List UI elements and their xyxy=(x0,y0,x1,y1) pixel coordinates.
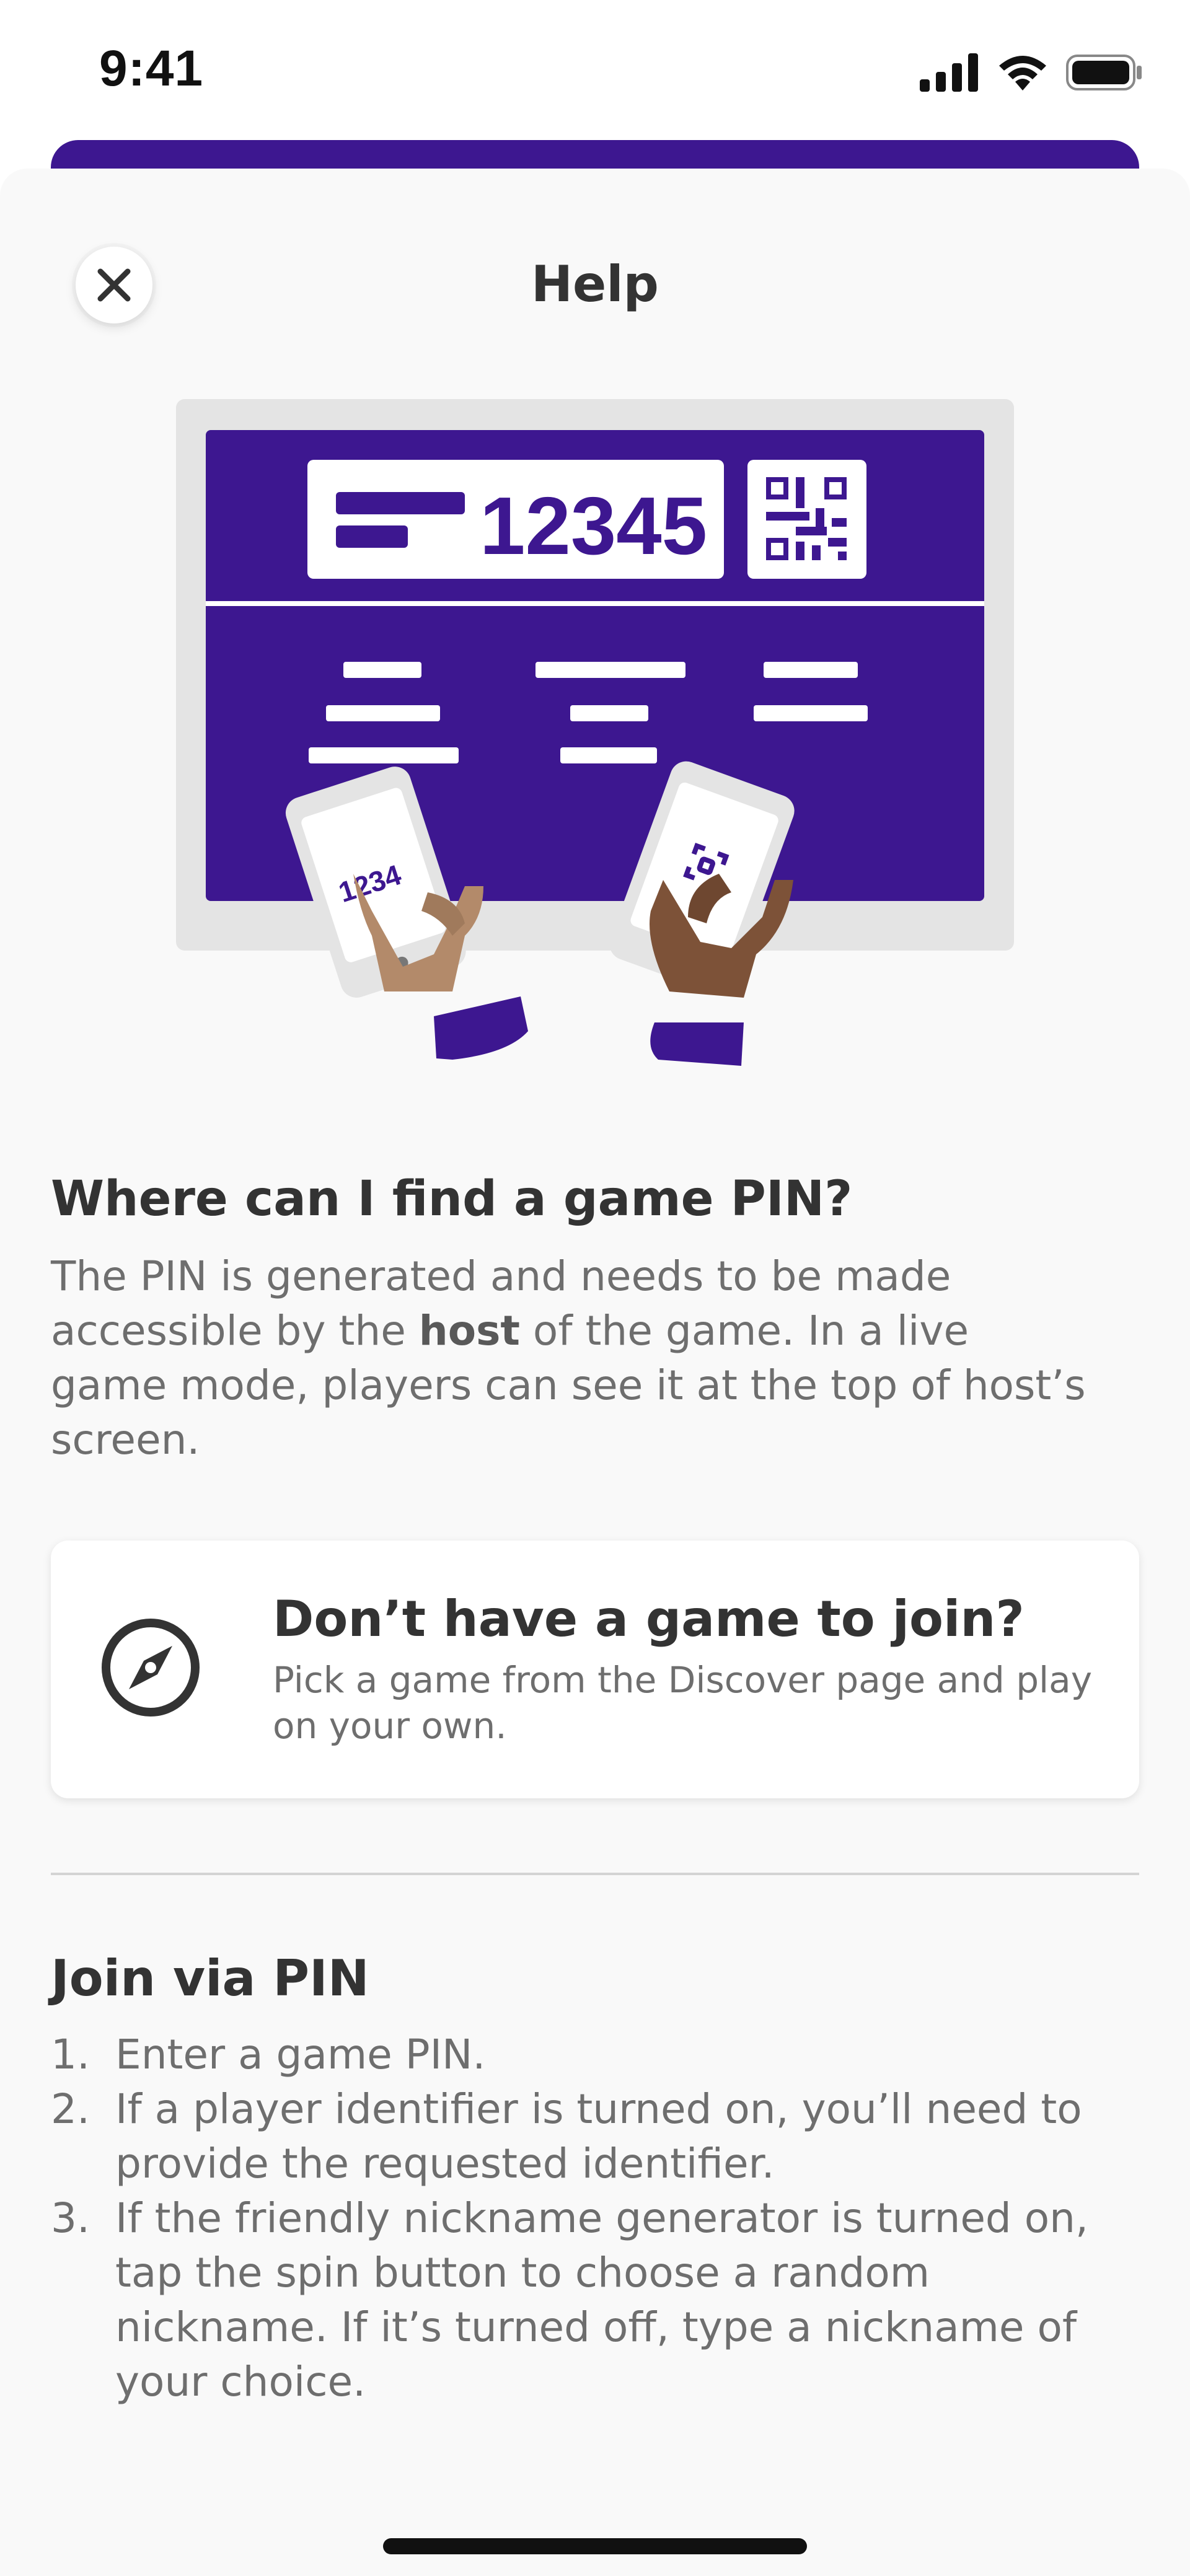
step-text: Enter a game PIN. xyxy=(115,2031,486,2078)
divider xyxy=(51,1873,1139,1875)
find-pin-title: Where can I find a game PIN? xyxy=(51,1171,853,1227)
status-icons xyxy=(920,51,1144,94)
status-time: 9:41 xyxy=(99,40,204,97)
step-number: 1. xyxy=(51,2031,90,2078)
home-indicator[interactable] xyxy=(383,2538,807,2554)
join-step: 2. If a player identifier is turned on, … xyxy=(51,2082,1139,2191)
status-bar: 9:41 xyxy=(0,0,1190,143)
wifi-icon xyxy=(999,56,1046,90)
join-step: 1. Enter a game PIN. xyxy=(51,2028,1139,2082)
discover-card-title: Don’t have a game to join? xyxy=(273,1590,1025,1648)
step-text: If a player identifier is turned on, you… xyxy=(115,2085,1082,2187)
step-text: If the friendly nickname generator is tu… xyxy=(115,2194,1088,2406)
join-steps-list: 1. Enter a game PIN. 2. If a player iden… xyxy=(51,2028,1139,2409)
discover-card-text: Pick a game from the Discover page and p… xyxy=(273,1659,1093,1747)
page-title: Help xyxy=(531,255,659,313)
find-pin-host-emphasis: host xyxy=(418,1307,520,1355)
discover-card[interactable]: Don’t have a game to join? Pick a game f… xyxy=(51,1541,1139,1798)
step-number: 2. xyxy=(51,2085,90,2133)
find-pin-description: The PIN is generated and needs to be mad… xyxy=(51,1249,1092,1467)
compass-icon xyxy=(102,1619,200,1717)
screen-pin-text: 12345 xyxy=(480,480,707,571)
battery-icon xyxy=(1066,55,1142,90)
signal-icon xyxy=(920,53,978,92)
join-via-pin-title: Join via PIN xyxy=(51,1950,369,2007)
game-pin-illustration: 12345 1234 xyxy=(176,399,1014,1066)
step-number: 3. xyxy=(51,2194,90,2242)
join-step: 3. If the friendly nickname generator is… xyxy=(51,2191,1139,2409)
